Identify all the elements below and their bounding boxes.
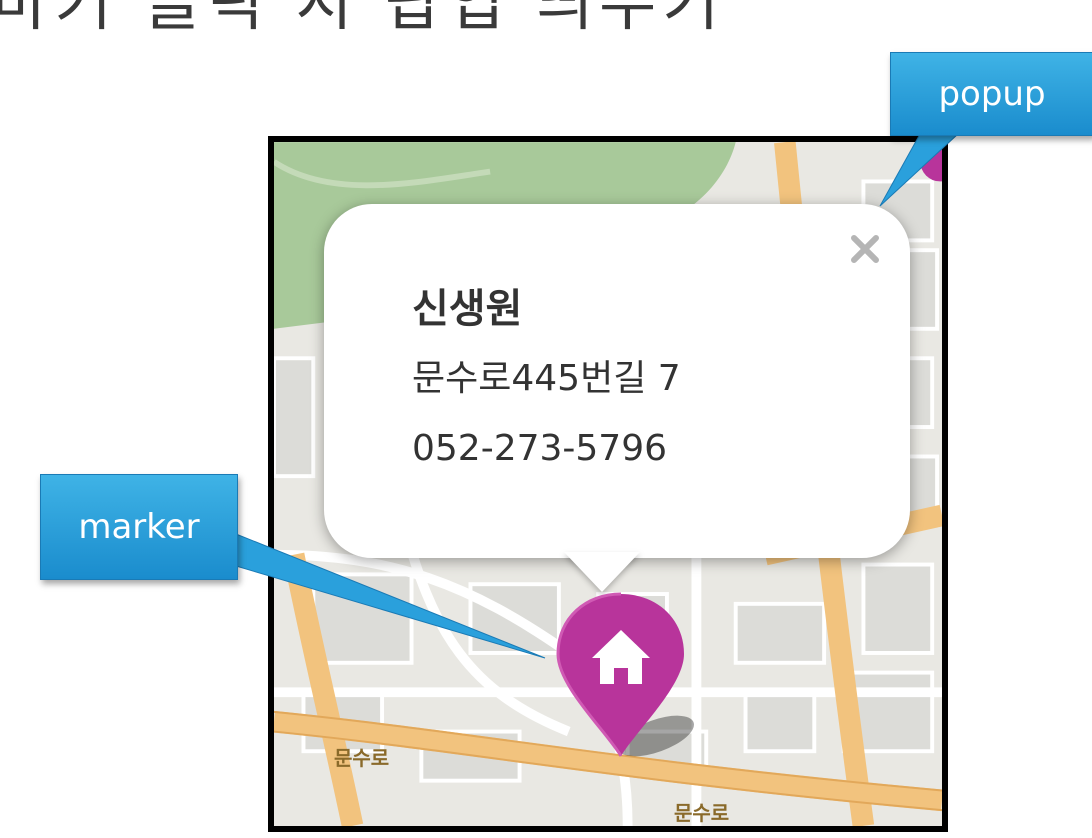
place-address: 문수로445번길 7 <box>412 358 681 399</box>
map-marker[interactable] <box>546 586 696 776</box>
marker-callout: marker <box>40 474 238 580</box>
popup-callout: popup <box>890 52 1092 136</box>
slide-title: 마커 클릭 시 팝업 띄우기 <box>0 0 726 39</box>
home-marker-icon <box>556 592 694 757</box>
place-name: 신생원 <box>412 286 523 332</box>
road-label: 문수로 <box>334 746 390 770</box>
road-label: 문수로 <box>674 801 730 825</box>
place-phone: 052-273-5796 <box>412 428 668 469</box>
close-icon <box>851 235 879 263</box>
map-view[interactable]: 문수로 문수로 신생원 문수로445번길 7 052-273-5796 <box>268 136 948 832</box>
close-button[interactable] <box>842 226 888 272</box>
info-popup: 신생원 문수로445번길 7 052-273-5796 <box>324 204 910 558</box>
